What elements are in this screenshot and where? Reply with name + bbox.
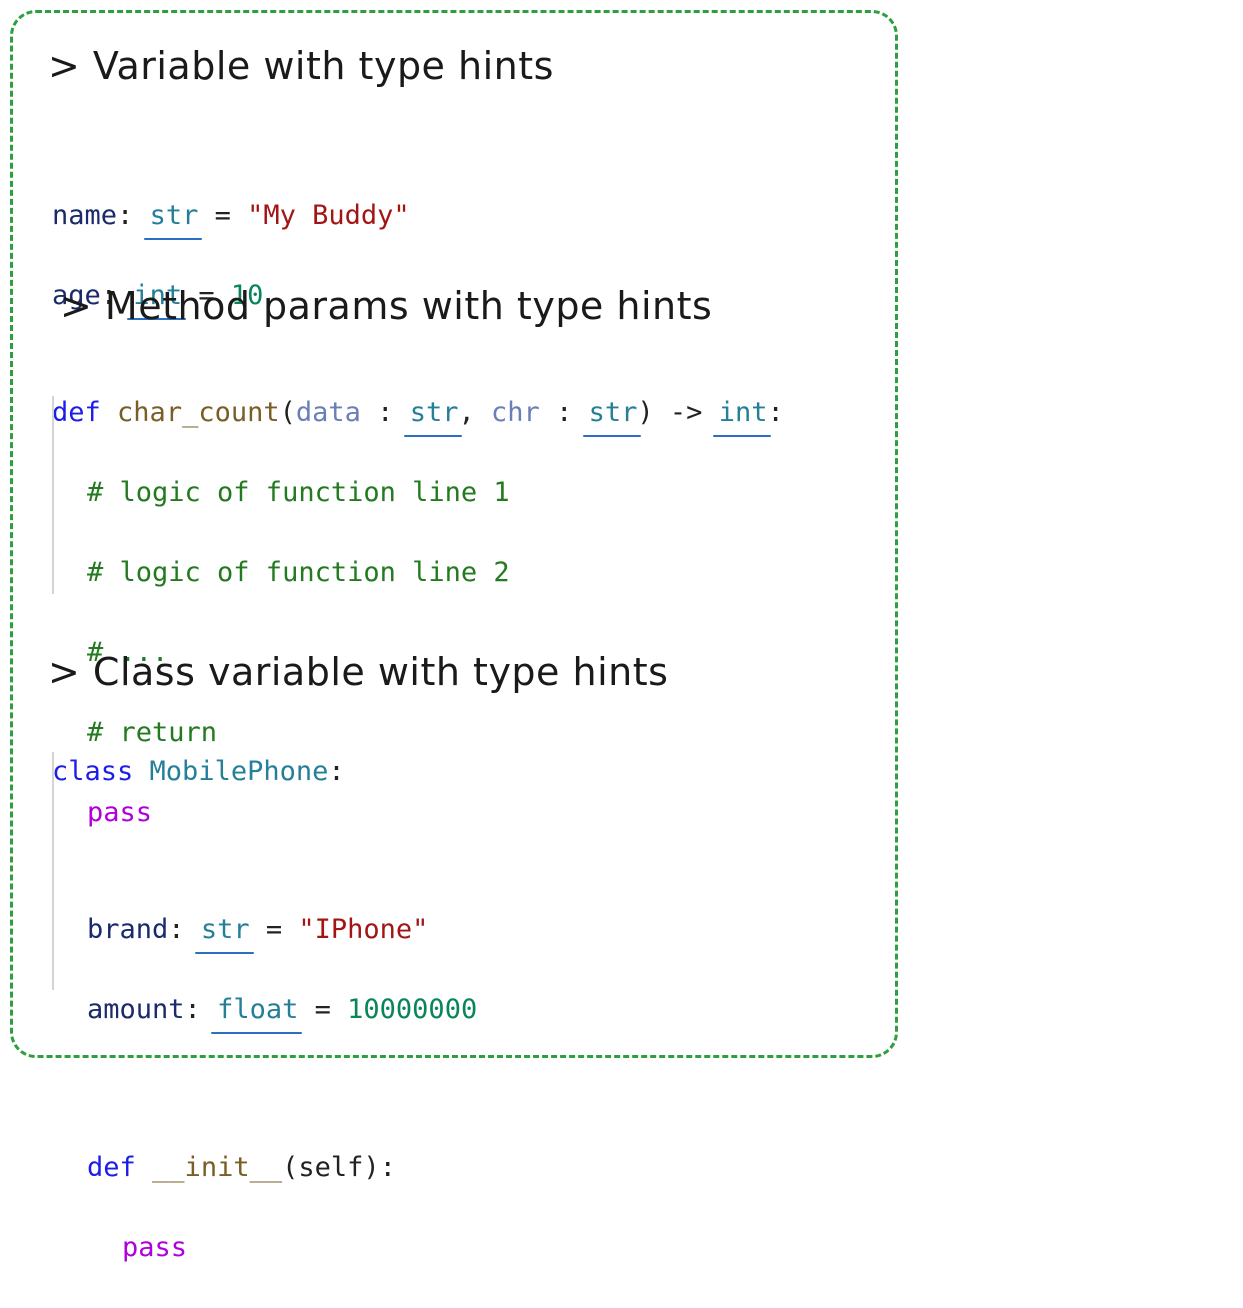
code-line-brand: brand: str = "IPhone" xyxy=(52,910,477,954)
code-comment-1: # logic of function line 1 xyxy=(87,477,510,508)
type-hint-data-str: str xyxy=(403,393,463,437)
type-hint-amount-float: float xyxy=(211,990,303,1034)
heading-method-params-type-hints: > Method params with type hints xyxy=(60,284,713,328)
type-hint-return-int: int xyxy=(712,393,772,437)
type-hint-chr-str: str xyxy=(582,393,642,437)
code-line-name: name: str = "My Buddy" xyxy=(52,196,410,240)
code-line-class: class MobilePhone: xyxy=(52,756,345,787)
code-comment-2: # logic of function line 2 xyxy=(87,557,510,588)
indent-guide-class xyxy=(52,752,54,990)
code-line-init-pass: pass xyxy=(122,1232,188,1263)
code-line-init: def __init__(self): xyxy=(87,1152,396,1183)
code-line-def: def char_count(data : str, chr : str) ->… xyxy=(52,393,784,437)
code-line-amount: amount: float = 10000000 xyxy=(52,990,477,1034)
heading-class-variable-type-hints: > Class variable with type hints xyxy=(48,650,669,694)
type-hint-brand-str: str xyxy=(194,910,254,954)
type-hint-str: str xyxy=(143,196,203,240)
code-block-class: class MobilePhone: brand: str = "IPhone"… xyxy=(52,712,477,1308)
heading-variable-type-hints: > Variable with type hints xyxy=(48,44,554,88)
indent-guide-method xyxy=(52,396,54,594)
